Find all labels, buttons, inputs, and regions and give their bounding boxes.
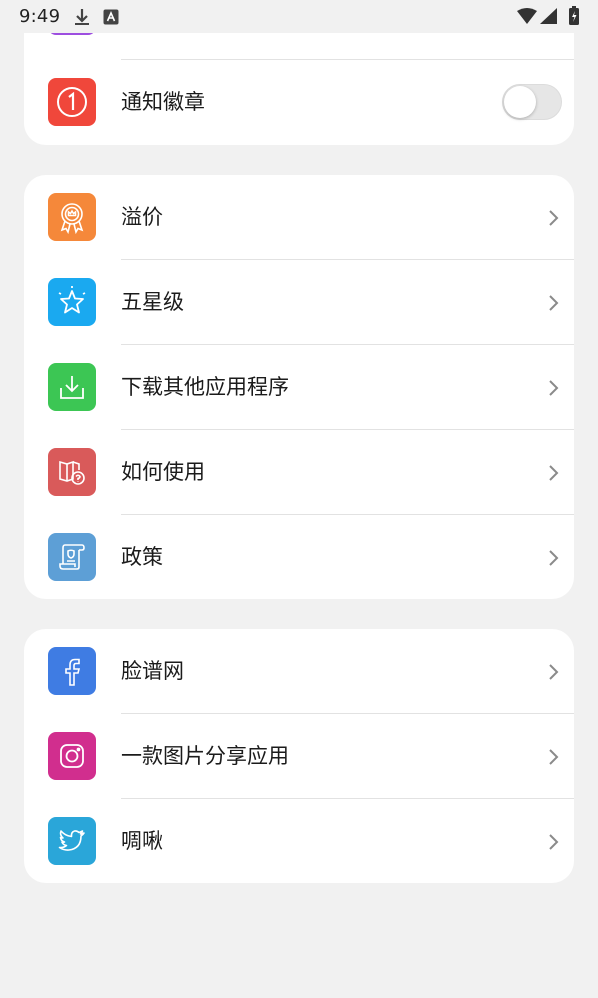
notification-badge-toggle[interactable] — [502, 84, 562, 120]
menu-item-label: 溢价 — [121, 205, 163, 229]
instagram-icon — [48, 732, 96, 780]
social-item-label: 脸谱网 — [121, 659, 184, 683]
menu-item-label: 如何使用 — [121, 460, 205, 484]
wifi-icon — [517, 8, 537, 28]
status-bar: 9:49 — [0, 0, 598, 33]
social-item-instagram[interactable]: 一款图片分享应用 — [24, 714, 574, 799]
chevron-right-icon — [547, 663, 559, 685]
menu-item-how-to-use[interactable]: 如何使用 — [24, 430, 574, 515]
chevron-right-icon — [547, 464, 559, 486]
social-item-label: 啁啾 — [121, 829, 163, 853]
chevron-right-icon — [547, 294, 559, 316]
download-icon — [48, 363, 96, 411]
download-icon-status — [72, 7, 92, 31]
chevron-right-icon — [547, 748, 559, 770]
help-book-icon — [48, 448, 96, 496]
social-card: 脸谱网 一款图片分享应用 啁啾 — [24, 629, 574, 883]
keyboard-a-icon — [103, 9, 119, 29]
notification-badge-label: 通知徽章 — [121, 90, 205, 114]
facebook-icon — [48, 647, 96, 695]
menu-item-five-star[interactable]: 五星级 — [24, 260, 574, 345]
toggle-knob — [504, 86, 536, 118]
status-time: 9:49 — [19, 6, 61, 27]
chevron-right-icon — [547, 379, 559, 401]
star-icon — [48, 278, 96, 326]
settings-screen: 9:49 通知徽章 溢价 五星级 下载其他应用程序 如何使用 政策 脸谱网 一款… — [0, 0, 598, 998]
premium-badge-icon — [48, 193, 96, 241]
social-item-twitter[interactable]: 啁啾 — [24, 799, 574, 883]
battery-icon — [569, 6, 579, 29]
chevron-right-icon — [547, 833, 559, 855]
chevron-right-icon — [547, 209, 559, 231]
social-item-label: 一款图片分享应用 — [121, 744, 289, 768]
menu-item-label: 下载其他应用程序 — [121, 375, 289, 399]
policy-scroll-icon — [48, 533, 96, 581]
signal-icon — [540, 8, 558, 28]
twitter-icon — [48, 817, 96, 865]
notification-badge-row[interactable]: 通知徽章 — [24, 60, 574, 145]
menu-item-policy[interactable]: 政策 — [24, 515, 574, 599]
notification-badge-icon — [48, 78, 96, 126]
menu-item-download-apps[interactable]: 下载其他应用程序 — [24, 345, 574, 430]
social-item-facebook[interactable]: 脸谱网 — [24, 629, 574, 714]
menu-item-label: 政策 — [121, 545, 163, 569]
menu-item-label: 五星级 — [121, 290, 184, 314]
chevron-right-icon — [547, 549, 559, 571]
menu-item-premium[interactable]: 溢价 — [24, 175, 574, 260]
menu-card: 溢价 五星级 下载其他应用程序 如何使用 政策 — [24, 175, 574, 599]
